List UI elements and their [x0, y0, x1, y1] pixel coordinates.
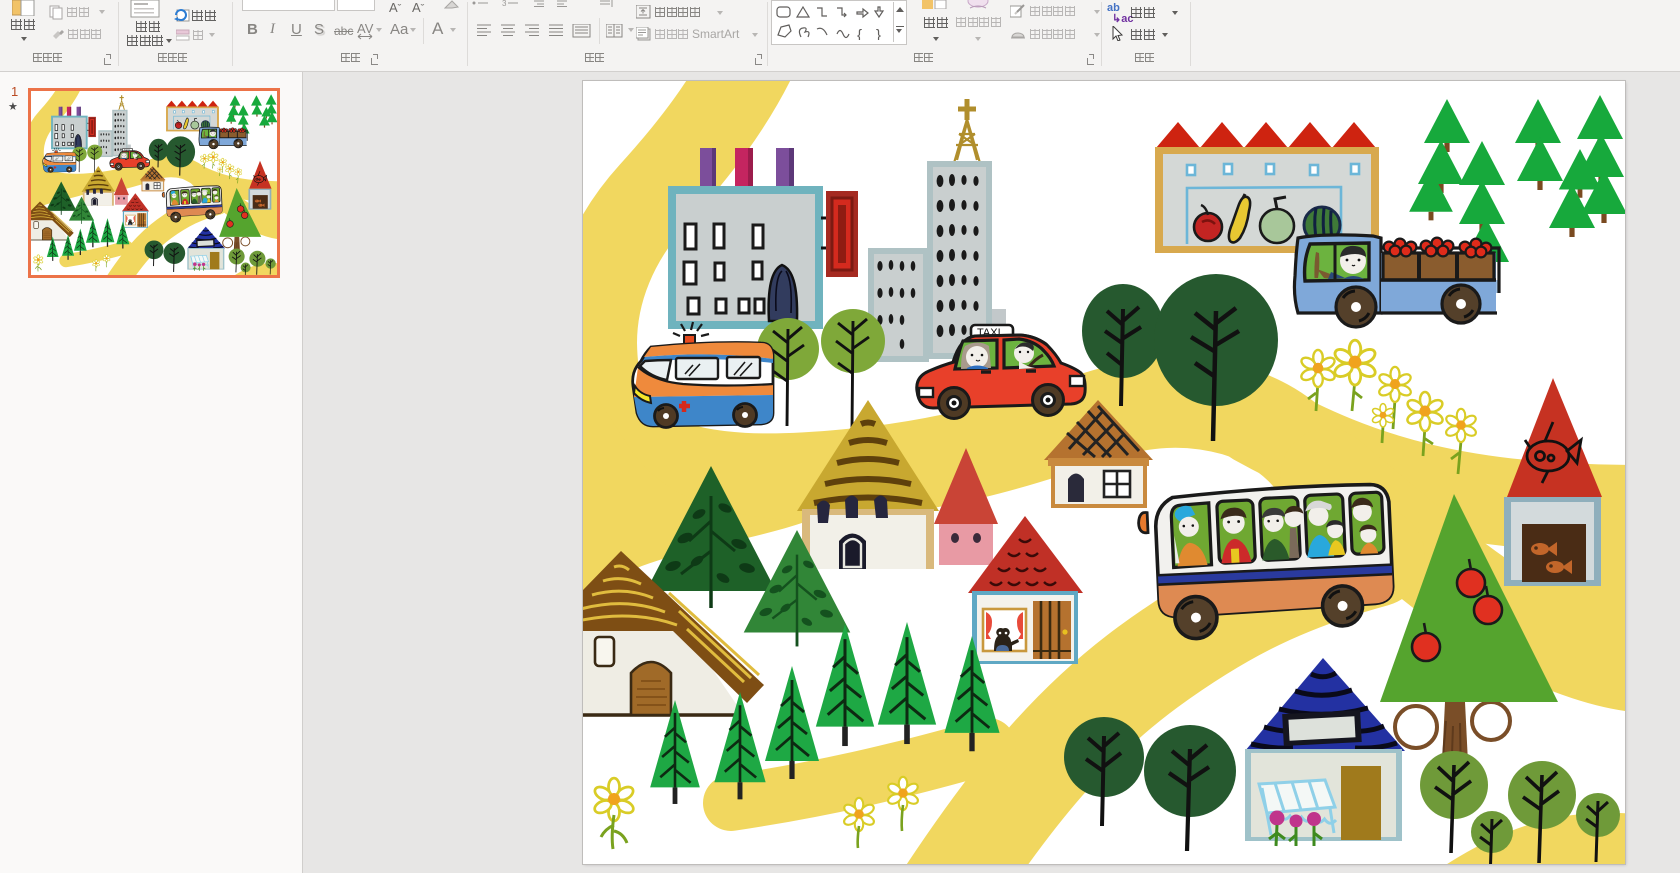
svg-text:}: } [876, 27, 881, 40]
svg-text:3: 3 [502, 0, 507, 7]
svg-text:{: { [857, 27, 862, 40]
